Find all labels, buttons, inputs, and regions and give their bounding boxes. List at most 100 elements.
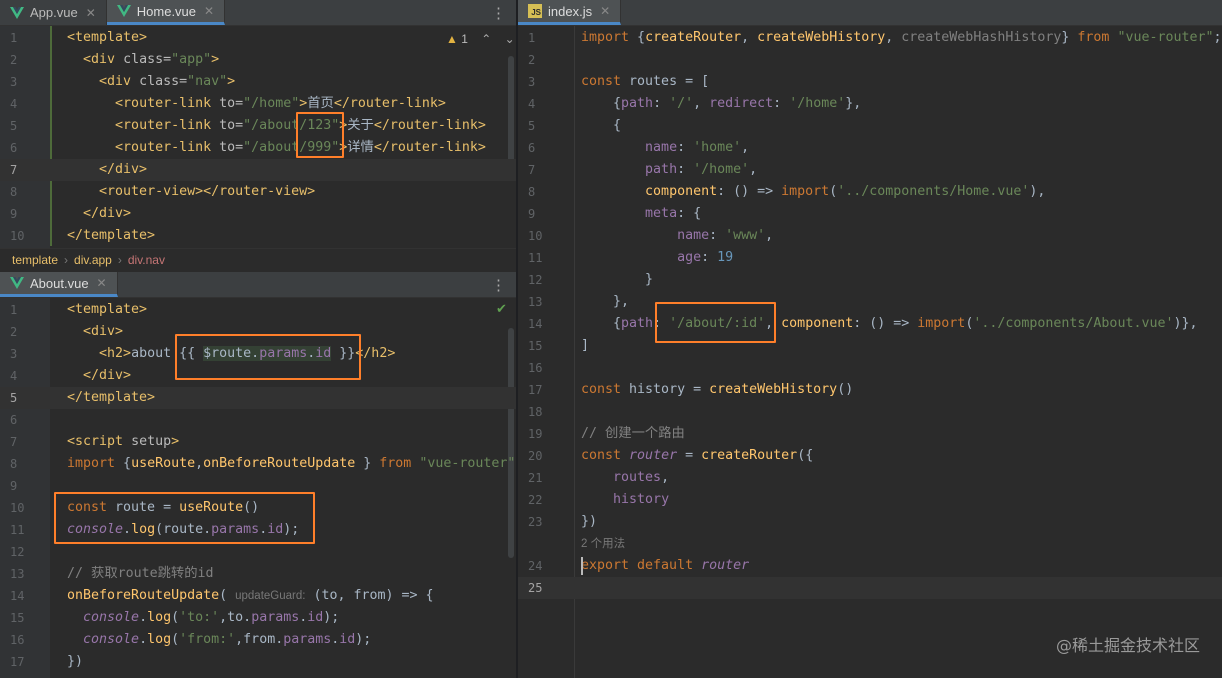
tab-label: Home.vue — [136, 3, 197, 19]
code-line[interactable]: 4 <router-link to="/home">首页</router-lin… — [0, 93, 516, 115]
line-number: 6 — [10, 413, 18, 427]
index-js-editor[interactable]: 1 import {createRouter, createWebHistory,… — [518, 26, 1222, 678]
code-text: <router-view></router-view> — [99, 184, 316, 199]
line-number: 12 — [528, 273, 543, 287]
code-line[interactable]: 8 <router-view></router-view> — [0, 181, 516, 203]
code-line[interactable]: 21 routes, — [518, 467, 1222, 489]
code-line[interactable]: 2 — [518, 49, 1222, 71]
code-line[interactable]: 8 import {useRoute,onBeforeRouteUpdate } … — [0, 453, 516, 475]
code-line[interactable]: 7 <script setup> — [0, 431, 516, 453]
watermark: @稀土掘金技术社区 — [1055, 636, 1200, 655]
line-number: 23 — [528, 515, 543, 529]
vue-file-icon — [10, 277, 24, 289]
line-number: 16 — [10, 633, 25, 647]
line-number: 13 — [10, 567, 25, 581]
text-caret — [581, 557, 583, 575]
code-line[interactable]: 17}) — [0, 651, 516, 673]
code-line[interactable]: 18 — [518, 401, 1222, 423]
code-line[interactable]: 14 {path: '/about/:id', component: () =>… — [518, 313, 1222, 335]
code-line[interactable]: 15 console.log('to:',to.params.id); — [0, 607, 516, 629]
line-number: 2 — [10, 325, 18, 339]
left-bottom-tabbar: About.vue ✕ ⋮ — [0, 272, 516, 298]
code-line[interactable]: 2 <div class="app"> — [0, 49, 516, 71]
code-line[interactable]: 24 export default router — [518, 555, 1222, 577]
code-text: component: () => import('../components/H… — [645, 184, 1046, 199]
code-line[interactable]: 12 — [0, 541, 516, 563]
code-line[interactable]: 25 — [518, 577, 1222, 599]
code-line[interactable]: 16 console.log('from:',from.params.id); — [0, 629, 516, 651]
code-text: <div> — [83, 324, 124, 339]
code-text: </div> — [83, 206, 132, 221]
line-number: 7 — [10, 163, 18, 177]
code-line[interactable]: 3 const routes = [ — [518, 71, 1222, 93]
code-line[interactable]: 10 name: 'www', — [518, 225, 1222, 247]
code-text: <template> — [67, 30, 148, 45]
code-line[interactable]: 9 meta: { — [518, 203, 1222, 225]
code-line[interactable]: 8 component: () => import('../components… — [518, 181, 1222, 203]
code-text: </template> — [67, 228, 156, 243]
code-line[interactable]: 4 {path: '/', redirect: '/home'}, — [518, 93, 1222, 115]
code-line[interactable]: 1 <template> — [0, 299, 516, 321]
code-line[interactable]: 10 </template> — [0, 225, 516, 247]
close-icon[interactable]: ✕ — [97, 276, 107, 290]
code-line[interactable]: 9 </div> — [0, 203, 516, 225]
breadcrumb-item[interactable]: div.nav — [128, 253, 165, 267]
code-text: console.log('from:',from.params.id); — [83, 632, 372, 647]
code-line[interactable]: 20 const router = createRouter({ — [518, 445, 1222, 467]
code-line[interactable]: 5 </template> — [0, 387, 516, 409]
breadcrumb: template › div.app › div.nav — [0, 248, 516, 270]
code-line[interactable]: 3 <div class="nav"> — [0, 71, 516, 93]
code-line[interactable]: 1 <template> — [0, 27, 516, 49]
code-line[interactable]: 5 { — [518, 115, 1222, 137]
line-number: 15 — [528, 339, 543, 353]
code-line[interactable]: 6 — [0, 409, 516, 431]
line-number: 1 — [10, 303, 18, 317]
tab-label: index.js — [548, 3, 593, 19]
line-number: 3 — [10, 347, 18, 361]
code-text: export default router — [581, 558, 750, 573]
code-line[interactable]: 19 // 创建一个路由 — [518, 423, 1222, 445]
close-icon[interactable]: ✕ — [600, 4, 610, 18]
code-text: {path: '/', redirect: '/home'}, — [581, 96, 862, 111]
code-text: <router-link to="/about/999">详情</router-… — [115, 140, 486, 155]
close-icon[interactable]: ✕ — [204, 4, 214, 18]
breadcrumb-item[interactable]: template — [12, 253, 58, 267]
more-options-icon[interactable]: ⋮ — [491, 4, 506, 22]
code-text: }, — [581, 294, 630, 309]
code-line[interactable]: 14 onBeforeRouteUpdate( updateGuard: (to,… — [0, 585, 516, 607]
code-line[interactable]: 7 </div> — [0, 159, 516, 181]
line-number: 4 — [528, 97, 536, 111]
code-line[interactable]: 7 path: '/home', — [518, 159, 1222, 181]
breadcrumb-item[interactable]: div.app — [74, 253, 112, 267]
code-line[interactable]: 16 — [518, 357, 1222, 379]
code-line[interactable]: 2 个用法 — [518, 533, 1222, 555]
code-text: meta: { — [645, 206, 702, 221]
close-icon[interactable]: ✕ — [86, 6, 96, 20]
code-line[interactable]: 6 name: 'home', — [518, 137, 1222, 159]
code-text: <script setup> — [67, 434, 180, 449]
code-text: import {useRoute,onBeforeRouteUpdate } f… — [67, 456, 516, 471]
tab-app-vue[interactable]: App.vue ✕ — [0, 0, 107, 25]
line-number: 14 — [528, 317, 543, 331]
code-line[interactable]: 1 import {createRouter, createWebHistory,… — [518, 27, 1222, 49]
tab-home-vue[interactable]: Home.vue ✕ — [106, 0, 226, 25]
line-number: 1 — [528, 31, 536, 45]
code-text: <div class="nav"> — [99, 74, 236, 89]
code-line[interactable]: 15] — [518, 335, 1222, 357]
tab-index-js[interactable]: JS index.js ✕ — [518, 0, 622, 25]
tab-about-vue[interactable]: About.vue ✕ — [0, 272, 118, 297]
code-line[interactable]: 12 } — [518, 269, 1222, 291]
home-vue-editor[interactable]: ▲ 1 ⌃ ⌄ 1 <template> 2 <div class="app"> 3 … — [0, 26, 516, 248]
code-line[interactable]: 13 }, — [518, 291, 1222, 313]
code-line[interactable]: 22 history — [518, 489, 1222, 511]
code-line[interactable]: 6 <router-link to="/about/999">详情</route… — [0, 137, 516, 159]
line-number: 20 — [528, 449, 543, 463]
code-line[interactable]: 11 age: 19 — [518, 247, 1222, 269]
line-number: 9 — [10, 479, 18, 493]
code-line[interactable]: 5 <router-link to="/about/123">关于</route… — [0, 115, 516, 137]
code-line[interactable]: 13 // 获取route跳转的id — [0, 563, 516, 585]
more-options-icon[interactable]: ⋮ — [491, 276, 506, 294]
code-text: </div> — [83, 368, 132, 383]
code-line[interactable]: 23}) — [518, 511, 1222, 533]
code-line[interactable]: 17 const history = createWebHistory() — [518, 379, 1222, 401]
